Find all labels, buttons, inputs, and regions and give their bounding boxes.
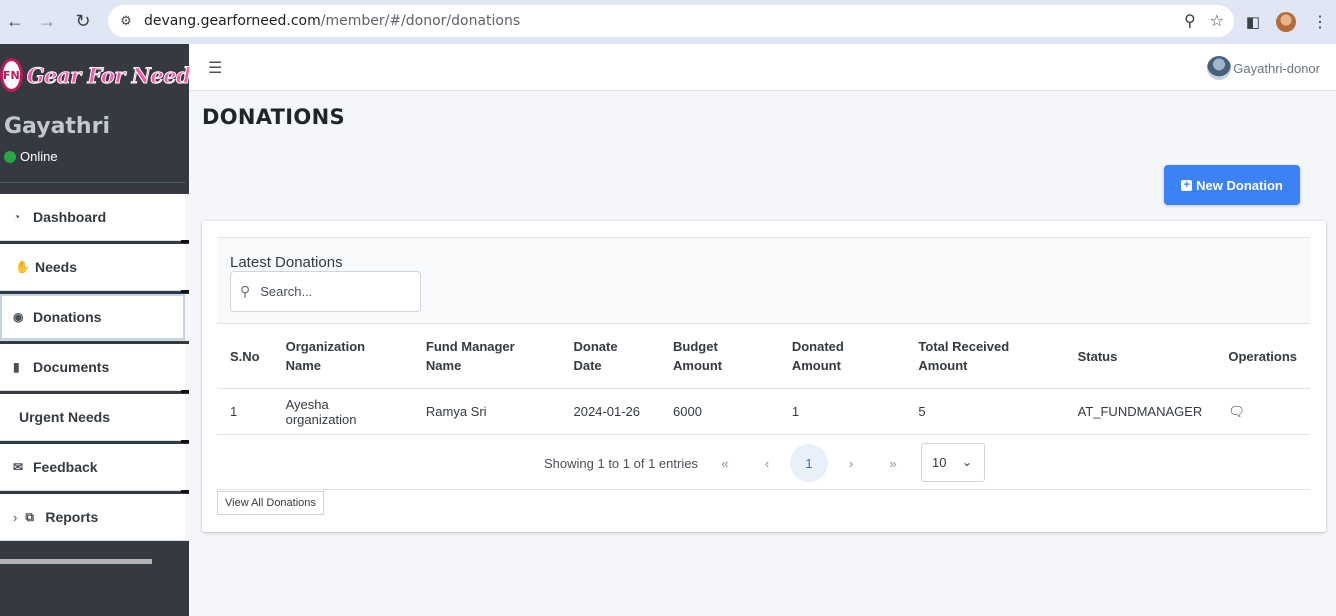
card-header: Latest Donations ⚲ — [217, 237, 1310, 323]
cell-sno: 1 — [217, 388, 273, 435]
column-header[interactable]: Total Received Amount — [905, 323, 1065, 389]
new-donation-button[interactable]: + New Donation — [1164, 165, 1300, 205]
cell-organization: Ayesha organization — [272, 388, 413, 435]
sidebar-item-dashboard[interactable]: ◔ Dashboard — [0, 194, 189, 243]
table-row: 1 Ayesha organization Ramya Sri 2024-01-… — [217, 388, 1310, 435]
top-navbar: ☰ Gayathri-donor — [189, 44, 1336, 91]
item-marker — [181, 290, 189, 293]
sidebar-menu: ◔ Dashboard ✋ Needs ◉ Donations ▮ Docume… — [0, 194, 189, 544]
next-page-button[interactable]: › — [832, 444, 870, 482]
sidebar-scrollbar[interactable] — [0, 559, 152, 564]
cell-total-received: 5 — [905, 388, 1065, 435]
hamburger-menu-icon[interactable]: ☰ — [208, 58, 222, 78]
sidebar-item-needs[interactable]: ✋ Needs — [0, 244, 189, 293]
bookmark-star-icon[interactable]: ☆ — [1210, 11, 1224, 30]
card-title: Latest Donations — [230, 254, 343, 271]
online-dot-icon — [4, 150, 16, 163]
sidebar-item-label: Documents — [33, 359, 110, 375]
search-input[interactable] — [260, 284, 401, 299]
table-header-row: S.No Organization Name Fund Manager Name… — [217, 323, 1310, 389]
cell-status: AT_FUNDMANAGER — [1064, 388, 1216, 435]
site-settings-icon[interactable]: ⚙ — [108, 14, 144, 29]
url-path: /member/#/donor/donations — [320, 13, 521, 29]
envelope-icon: ✉ — [13, 460, 24, 474]
forward-icon[interactable]: → — [32, 6, 62, 36]
cell-budget: 6000 — [660, 388, 779, 435]
brand-logo[interactable]: FN Gear For Need — [0, 58, 191, 92]
file-icon: ▮ — [13, 360, 20, 374]
profile-avatar[interactable] — [1276, 12, 1296, 32]
page-size-value: 10 — [932, 455, 947, 470]
copy-icon: ⧉ — [25, 509, 34, 524]
sidebar-item-label: Needs — [35, 259, 78, 275]
item-marker — [181, 440, 189, 443]
view-all-donations-button[interactable]: View All Donations — [217, 491, 324, 515]
logo-text: Gear For Need — [26, 62, 191, 88]
sidebar-item-label: Reports — [45, 509, 99, 525]
column-header[interactable]: Budget Amount — [660, 323, 779, 389]
column-header[interactable]: S.No — [217, 323, 273, 389]
zoom-icon[interactable]: ⚲ — [1184, 11, 1196, 30]
donate-icon: ◉ — [13, 310, 24, 324]
sidebar-item-feedback[interactable]: ✉ Feedback — [0, 444, 189, 493]
hand-holding-icon: ✋ — [15, 260, 30, 274]
last-page-button[interactable]: » — [874, 444, 912, 482]
logo-mark: FN — [0, 58, 23, 92]
cell-operations: 🗨 — [1215, 388, 1310, 435]
cell-fund-manager: Ramya Sri — [412, 388, 561, 435]
sidebar-user-name[interactable]: Gayathri — [4, 114, 110, 139]
item-marker — [181, 240, 189, 243]
first-page-button[interactable]: « — [706, 444, 744, 482]
status-label: Online — [20, 149, 58, 164]
search-icon: ⚲ — [240, 283, 251, 299]
sidebar: FN Gear For Need Gayathri Online ◔ Dashb… — [0, 44, 191, 616]
user-menu-label: Gayathri-donor — [1233, 60, 1320, 76]
address-bar[interactable]: ⚙ devang.gearforneed.com/member/#/donor/… — [108, 5, 1234, 37]
cell-donated: 1 — [778, 388, 906, 435]
sidebar-divider — [0, 182, 186, 183]
column-header: Operations — [1215, 323, 1310, 389]
entries-info: Showing 1 to 1 of 1 entries — [544, 456, 698, 471]
side-panel-icon[interactable]: ◧ — [1246, 13, 1260, 31]
plus-square-icon: + — [1181, 179, 1193, 191]
chrome-menu-icon[interactable]: ⋮ — [1312, 12, 1328, 32]
reload-icon[interactable]: ↻ — [68, 6, 98, 36]
sidebar-item-urgent-needs[interactable]: Urgent Needs — [0, 394, 189, 443]
search-box[interactable]: ⚲ — [230, 271, 421, 312]
url-host: devang.gearforneed.com — [144, 13, 321, 29]
user-menu[interactable]: Gayathri-donor — [1207, 56, 1320, 80]
sidebar-item-label: Feedback — [33, 459, 98, 475]
chevron-down-icon: ⌄ — [961, 455, 972, 469]
prev-page-button[interactable]: ‹ — [748, 444, 786, 482]
browser-toolbar: ← → ↻ ⚙ devang.gearforneed.com/member/#/… — [0, 0, 1336, 44]
sidebar-item-label: Donations — [33, 309, 102, 325]
column-header[interactable]: Status — [1064, 323, 1216, 389]
comment-icon[interactable]: 🗨 — [1228, 404, 1245, 419]
new-donation-label: New Donation — [1196, 177, 1283, 193]
column-header[interactable]: Donated Amount — [778, 323, 906, 389]
item-marker — [181, 490, 189, 493]
chevron-right-icon: › — [13, 509, 18, 525]
donations-table: S.No Organization Name Fund Manager Name… — [217, 323, 1310, 435]
column-header[interactable]: Donate Date — [560, 323, 661, 389]
user-status: Online — [4, 149, 58, 164]
page-size-select[interactable]: 10 ⌄ — [921, 443, 985, 482]
column-header[interactable]: Organization Name — [272, 323, 413, 389]
item-marker — [181, 390, 189, 393]
sidebar-item-reports[interactable]: › ⧉ Reports — [0, 494, 189, 541]
donations-card: Latest Donations ⚲ S.No Organization Nam… — [202, 221, 1326, 532]
page-1-button[interactable]: 1 — [790, 444, 828, 482]
sidebar-item-label: Dashboard — [33, 209, 107, 225]
chart-pie-icon: ◔ — [13, 210, 21, 224]
pagination: Showing 1 to 1 of 1 entries « ‹ 1 › » 10… — [217, 434, 1310, 490]
sidebar-item-documents[interactable]: ▮ Documents — [0, 344, 189, 393]
sidebar-item-donations[interactable]: ◉ Donations — [0, 294, 189, 341]
back-icon[interactable]: ← — [0, 6, 30, 36]
column-header[interactable]: Fund Manager Name — [412, 323, 561, 389]
cell-donate-date: 2024-01-26 — [560, 388, 661, 435]
user-avatar — [1207, 56, 1232, 80]
sidebar-item-label: Urgent Needs — [19, 409, 111, 425]
page-title: DONATIONS — [202, 105, 345, 129]
